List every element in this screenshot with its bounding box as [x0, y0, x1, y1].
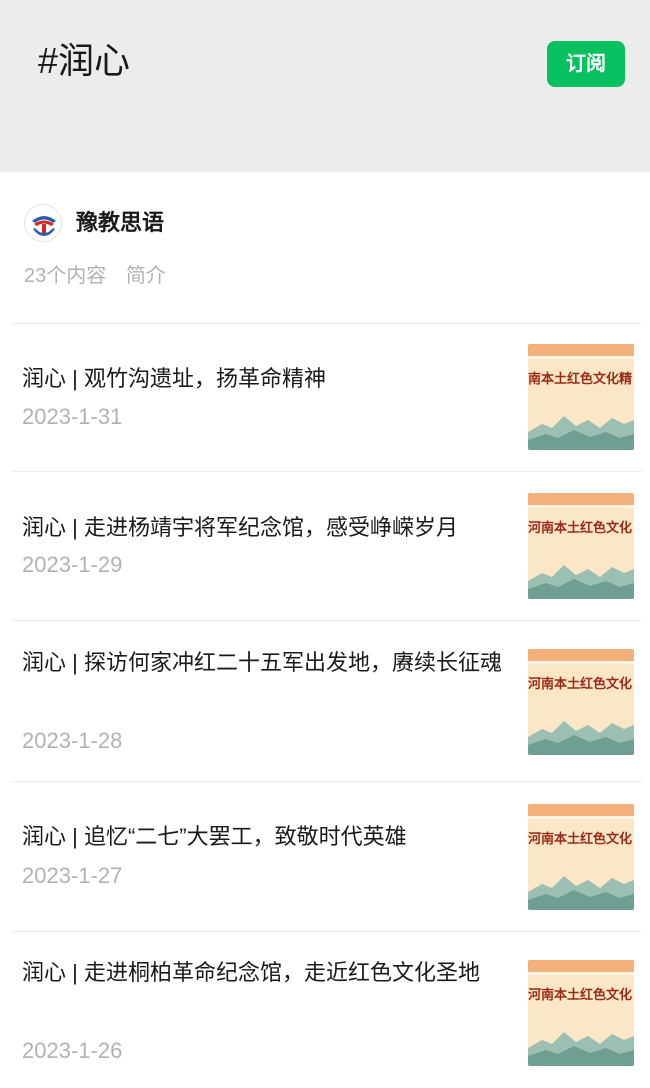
article-item[interactable]: 润心 | 走进杨靖宇将军纪念馆，感受峥嵘岁月 2023-1-29 河南本土红色文…	[0, 472, 650, 620]
mountain-banner-image	[528, 493, 634, 599]
avatar[interactable]	[24, 204, 62, 242]
article-item[interactable]: 润心 | 走进桐柏革命纪念馆，走近红色文化圣地 2023-1-26 河南本土红色…	[0, 932, 650, 1088]
article-item[interactable]: 润心 | 探访何家冲红二十五军出发地，赓续长征魂 2023-1-28 河南本土红…	[0, 621, 650, 781]
article-date: 2023-1-28	[22, 728, 123, 753]
article-thumbnail[interactable]: 河南本土红色文化	[528, 960, 634, 1066]
article-thumbnail[interactable]: 河南本土红色文化	[528, 649, 634, 755]
thumbnail-caption: 河南本土红色文化	[528, 677, 633, 692]
subscribe-button[interactable]: 订阅	[547, 41, 625, 87]
article-title[interactable]: 润心 | 探访何家冲红二十五军出发地，赓续长征魂	[22, 643, 517, 683]
article-title[interactable]: 润心 | 走进桐柏革命纪念馆，走近红色文化圣地	[22, 953, 517, 993]
account-meta: 23个内容 简介	[24, 262, 166, 290]
article-title[interactable]: 润心 | 追忆“二七”大罢工，致敬时代英雄	[22, 817, 517, 857]
thumbnail-caption: 南本土红色文化精	[528, 372, 633, 387]
article-item[interactable]: 润心 | 观竹沟遗址，扬革命精神 2023-1-31 南本土红色文化精	[0, 324, 650, 471]
topic-header: #润心 订阅	[0, 0, 650, 172]
mountain-banner-image	[528, 960, 634, 1066]
article-thumbnail[interactable]: 河南本土红色文化	[528, 493, 634, 599]
article-title[interactable]: 润心 | 走进杨靖宇将军纪念馆，感受峥嵘岁月	[22, 508, 517, 548]
mountain-banner-image	[528, 649, 634, 755]
content-count: 23个内容	[24, 265, 107, 287]
mountain-banner-image	[528, 344, 634, 450]
article-date: 2023-1-26	[22, 1038, 123, 1063]
topic-title: #润心	[38, 40, 131, 81]
article-date: 2023-1-29	[22, 552, 123, 577]
article-title[interactable]: 润心 | 观竹沟遗址，扬革命精神	[22, 359, 517, 399]
mountain-banner-image	[528, 804, 634, 910]
article-date: 2023-1-31	[22, 404, 123, 429]
intro-link[interactable]: 简介	[126, 265, 166, 287]
thumbnail-caption: 河南本土红色文化	[528, 832, 633, 847]
article-thumbnail[interactable]: 南本土红色文化精	[528, 344, 634, 450]
article-item[interactable]: 润心 | 追忆“二七”大罢工，致敬时代英雄 2023-1-27 河南本土红色文化	[0, 782, 650, 931]
article-thumbnail[interactable]: 河南本土红色文化	[528, 804, 634, 910]
thumbnail-caption: 河南本土红色文化	[528, 988, 633, 1003]
account-name[interactable]: 豫教思语	[76, 204, 164, 242]
account-row[interactable]: 豫教思语	[24, 204, 164, 242]
henan-education-logo-icon	[26, 206, 61, 241]
article-date: 2023-1-27	[22, 863, 123, 888]
thumbnail-caption: 河南本土红色文化	[528, 521, 633, 536]
